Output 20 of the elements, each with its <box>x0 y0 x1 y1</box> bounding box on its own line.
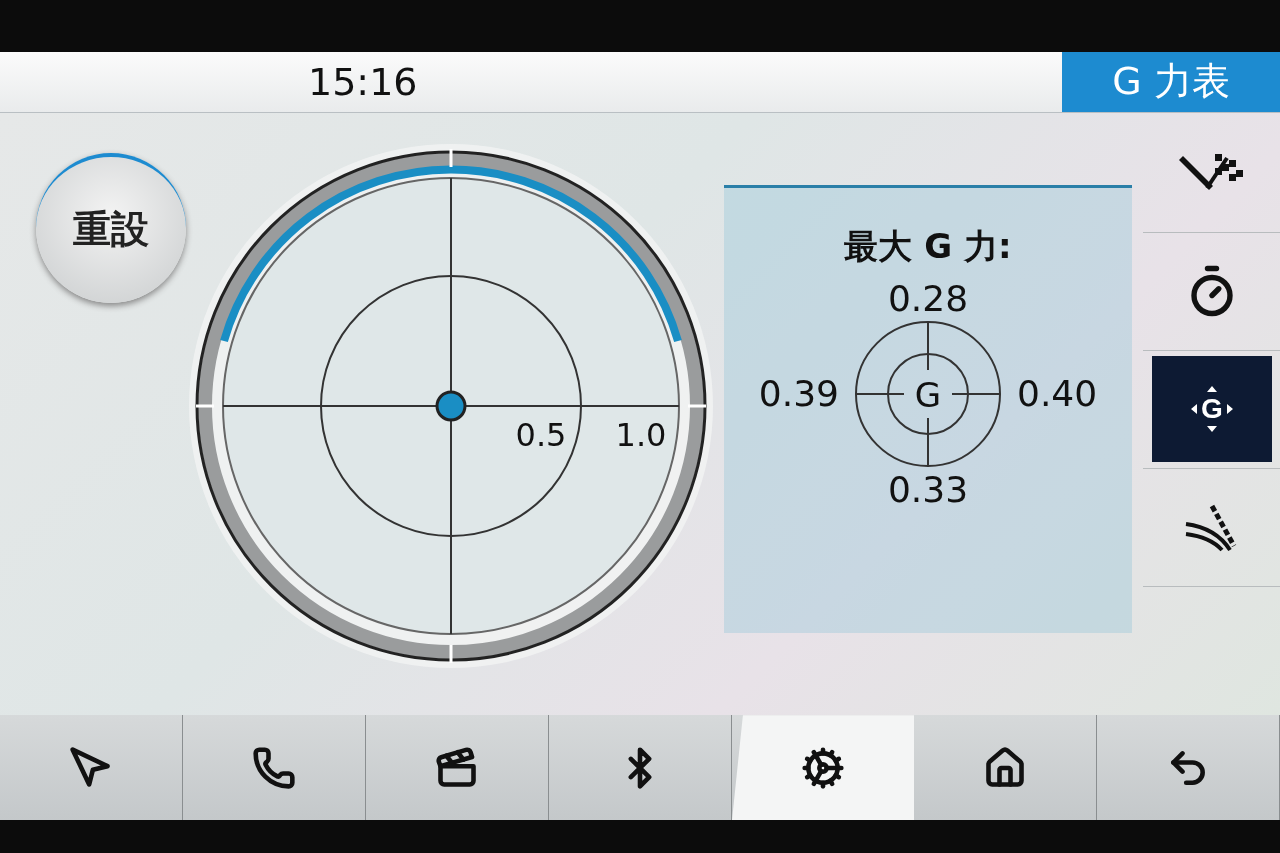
g-icon-label: G <box>1200 393 1223 425</box>
clapperboard-icon <box>435 745 479 790</box>
front-g-value: 0.28 <box>887 277 969 319</box>
clock-time: 15:16 <box>308 59 418 104</box>
navigation-arrow-icon <box>69 745 113 790</box>
reticle-label: G <box>914 374 942 415</box>
screen-title: G 力表 <box>1062 51 1280 112</box>
phone-icon <box>252 745 296 790</box>
rear-g-value: 0.33 <box>887 468 969 510</box>
g-force-dot <box>435 390 467 422</box>
nav-tab[interactable] <box>732 715 914 821</box>
right-g-value: 0.40 <box>1017 373 1098 415</box>
direction-arrows-icon <box>1190 386 1233 433</box>
left-g-value: 0.39 <box>758 373 839 415</box>
max-g-title: 最大 G 力: <box>844 224 1012 268</box>
home-icon <box>983 745 1027 790</box>
tick-label: 0.5 <box>515 415 567 454</box>
settings-icon <box>801 745 845 790</box>
tick-label: 1.0 <box>615 415 667 454</box>
reset-button[interactable]: 重設 <box>36 152 186 303</box>
